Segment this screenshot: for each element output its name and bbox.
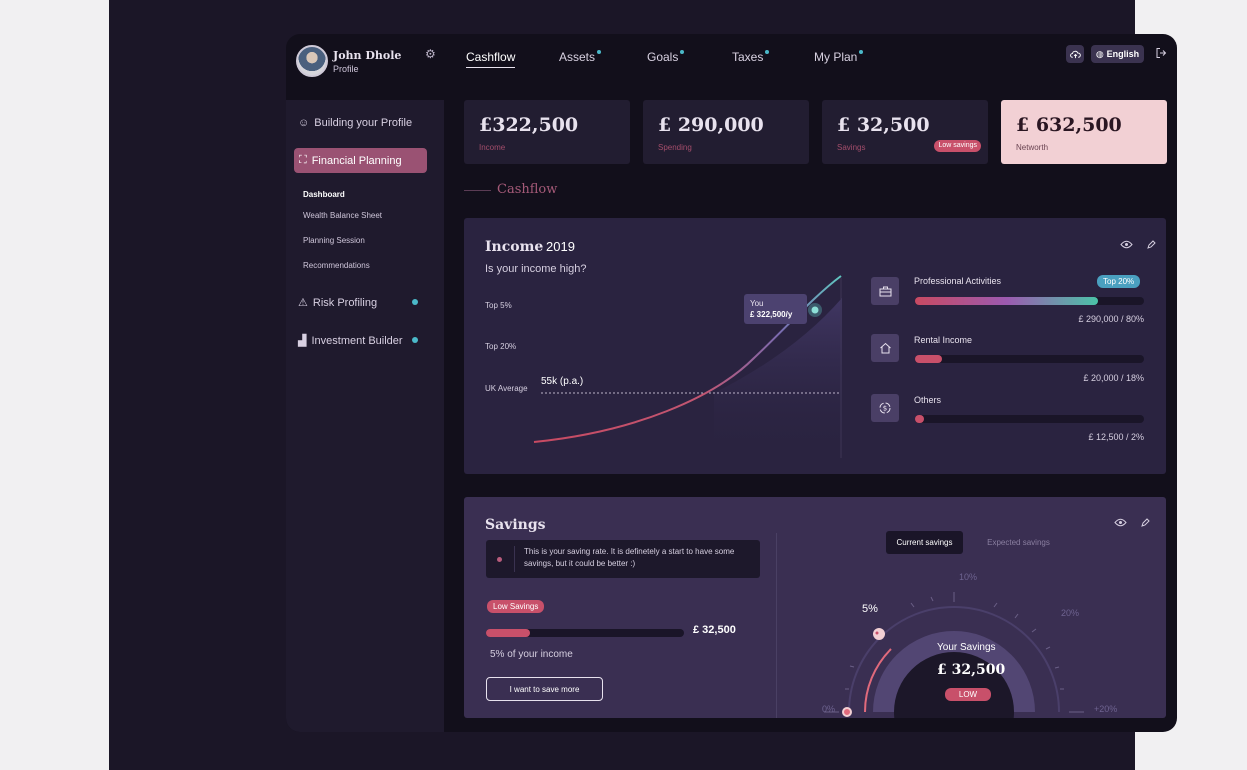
source-bar: [915, 297, 1144, 305]
gauge-level-badge: LOW: [945, 688, 991, 701]
you-label: You: [750, 299, 764, 308]
avatar[interactable]: [296, 45, 328, 77]
source-bar: [915, 355, 1144, 363]
panel-divider: [776, 533, 777, 718]
sidebar-item-risk-profiling[interactable]: ⚠ Risk Profiling: [298, 296, 377, 310]
spending-value: £ 290,000: [658, 114, 764, 136]
source-name: Rental Income: [914, 335, 973, 345]
savings-rate-bar: [486, 629, 684, 637]
sidebar: ☺ Building your Profile ⛶ Financial Planni…: [286, 100, 444, 732]
you-tooltip: You £ 322,500/y: [744, 294, 807, 324]
income-curve-chart: [533, 275, 842, 458]
toggle-expected-savings[interactable]: Expected savings: [974, 531, 1063, 554]
app-window: John Dhole Profile ⚙ Cashflow Assets Goa…: [286, 34, 1177, 732]
cloud-upload-icon: [1069, 50, 1081, 58]
language-label: English: [1106, 49, 1140, 59]
source-name: Others: [914, 395, 942, 405]
warning-icon: ⚠: [298, 297, 308, 309]
edit-icon[interactable]: [1140, 518, 1150, 531]
tab-assets[interactable]: Assets: [559, 50, 602, 64]
sidebar-sub-dashboard[interactable]: Dashboard: [303, 190, 345, 199]
sidebar-item-building-profile[interactable]: ☺ Building your Profile: [298, 117, 412, 129]
sidebar-sub-planning-session[interactable]: Planning Session: [303, 236, 365, 245]
savings-card[interactable]: £ 32,500 Savings Low savings: [822, 100, 988, 164]
networth-value: £ 632,500: [1016, 114, 1122, 136]
save-more-button[interactable]: I want to save more: [486, 677, 603, 701]
low-savings-badge: Low Savings: [487, 600, 545, 613]
savings-percent-text: 5% of your income: [490, 649, 573, 660]
source-bar-fill: [915, 415, 925, 423]
sidebar-item-investment-builder[interactable]: ▟ Investment Builder: [298, 334, 403, 348]
savings-amount: £ 32,500: [693, 624, 736, 636]
gauge-center-label: Your Savings: [937, 642, 996, 653]
networth-card[interactable]: £ 632,500 Networth: [1001, 100, 1167, 164]
section-title: Cashflow: [497, 182, 558, 197]
eye-icon[interactable]: [1114, 518, 1127, 530]
gauge-tick-20: 20%: [1061, 608, 1080, 618]
sidebar-sub-wealth-balance-sheet[interactable]: Wealth Balance Sheet: [303, 211, 382, 220]
bar-chart-icon: ▟: [298, 335, 307, 347]
income-card[interactable]: £322,500 Income: [464, 100, 630, 164]
source-amount: £ 290,000 / 80%: [1078, 314, 1144, 324]
spending-card[interactable]: £ 290,000 Spending: [643, 100, 809, 164]
cloud-upload-button[interactable]: [1066, 45, 1084, 63]
tab-taxes[interactable]: Taxes: [732, 50, 770, 64]
status-dot: [412, 337, 418, 343]
notification-dot: [765, 50, 770, 54]
language-button[interactable]: ◍ English: [1091, 45, 1144, 63]
gauge-tick-10: 10%: [959, 572, 978, 582]
savings-title: Savings: [485, 517, 546, 533]
svg-text:$: $: [883, 405, 887, 413]
user-circle-icon: ☺: [298, 117, 310, 129]
you-marker: [811, 306, 819, 314]
income-label: Income: [479, 143, 506, 152]
source-bar: [915, 415, 1144, 423]
notification-dot: [680, 50, 685, 54]
sidebar-sub-recommendations[interactable]: Recommendations: [303, 261, 370, 270]
source-amount: £ 20,000 / 18%: [1083, 373, 1144, 383]
gauge-tick-0: 0%: [822, 704, 836, 714]
toggle-current-savings[interactable]: Current savings: [886, 531, 963, 554]
user-role: Profile: [333, 64, 359, 74]
source-bar-fill: [915, 355, 943, 363]
status-dot: [412, 299, 418, 305]
gear-icon[interactable]: ⚙: [425, 47, 436, 61]
savings-panel: Savings This is your saving rate. It is …: [464, 497, 1166, 718]
briefcase-icon: [871, 277, 899, 305]
sidebar-item-financial-planning[interactable]: ⛶ Financial Planning: [294, 148, 427, 173]
source-name: Professional Activities: [914, 276, 1002, 286]
exchange-icon: $: [871, 394, 899, 422]
section-divider: [464, 190, 491, 191]
savings-note: This is your saving rate. It is definete…: [486, 540, 760, 578]
tab-my-plan[interactable]: My Plan: [814, 50, 864, 64]
logout-icon[interactable]: [1155, 47, 1167, 62]
note-text: This is your saving rate. It is definete…: [524, 547, 735, 568]
gauge-center-value: £ 32,500: [937, 662, 1006, 678]
gauge-tick-plus20: +20%: [1094, 704, 1118, 714]
chart-icon: ⛶: [299, 154, 307, 166]
income-value: £322,500: [479, 114, 579, 136]
income-panel: Income 2019 Is your income high? Top 5% …: [464, 218, 1166, 474]
savings-label: Savings: [837, 143, 866, 152]
networth-label: Networth: [1016, 143, 1049, 152]
gauge-marker-label: 5%: [862, 603, 878, 615]
source-bar-fill: [915, 297, 1099, 305]
savings-rate-fill: [486, 629, 530, 637]
notification-dot: [859, 50, 864, 54]
top20-badge: Top 20%: [1097, 275, 1141, 288]
low-savings-badge: Low savings: [934, 140, 981, 152]
background-frame: John Dhole Profile ⚙ Cashflow Assets Goa…: [109, 0, 1177, 770]
notification-dot: [597, 50, 602, 54]
note-dot: [497, 557, 502, 562]
source-amount: £ 12,500 / 2%: [1088, 432, 1144, 442]
globe-icon: ◍: [1095, 48, 1104, 59]
savings-value: £ 32,500: [837, 114, 930, 136]
spending-label: Spending: [658, 143, 692, 152]
you-value: £ 322,500/y: [750, 310, 793, 319]
note-divider: [514, 546, 515, 572]
house-icon: [871, 334, 899, 362]
tab-goals[interactable]: Goals: [647, 50, 685, 64]
user-name: John Dhole: [333, 49, 402, 62]
tab-cashflow[interactable]: Cashflow: [466, 50, 516, 68]
